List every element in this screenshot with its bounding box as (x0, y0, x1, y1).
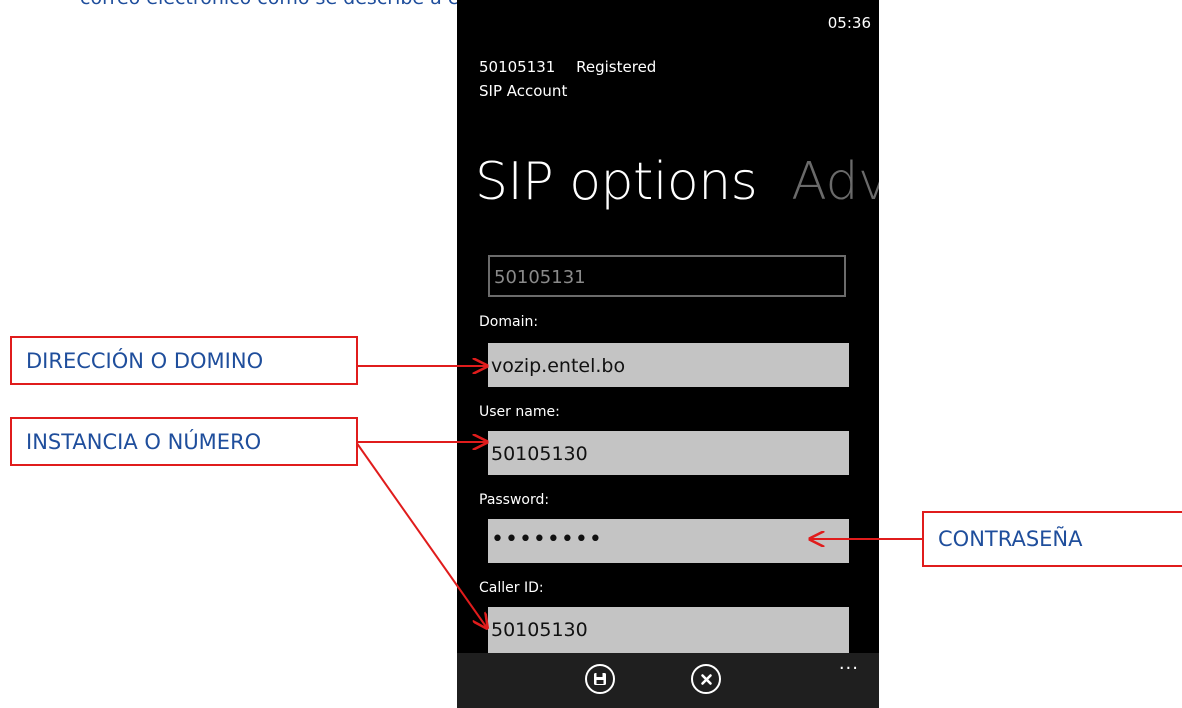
callout-domain: DIRECCIÓN O DOMINO (10, 336, 358, 385)
callout-instance: INSTANCIA O NÚMERO (10, 417, 358, 466)
callout-password: CONTRASEÑA (922, 511, 1182, 567)
arrow-callerid (355, 441, 487, 628)
